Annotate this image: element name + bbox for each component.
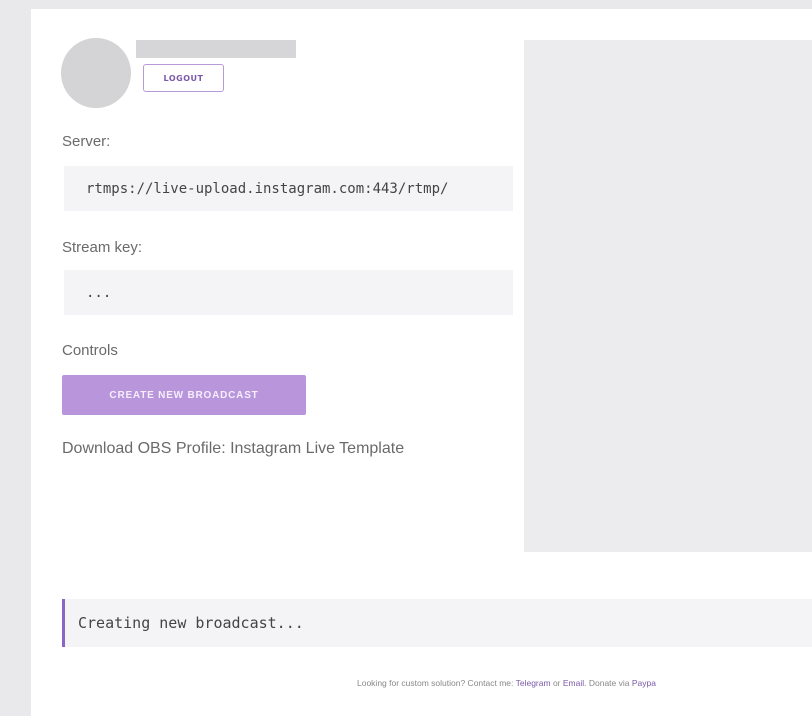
footer-donate-text: . Donate via bbox=[584, 678, 632, 688]
telegram-link[interactable]: Telegram bbox=[516, 678, 551, 688]
create-broadcast-button[interactable]: CREATE NEW BROADCAST bbox=[62, 375, 306, 415]
download-obs-profile-link[interactable]: Download OBS Profile: Instagram Live Tem… bbox=[62, 440, 404, 458]
video-preview bbox=[524, 40, 812, 552]
controls-label: Controls bbox=[62, 342, 118, 359]
username-placeholder bbox=[136, 40, 296, 58]
status-log: Creating new broadcast... bbox=[62, 599, 812, 647]
avatar bbox=[61, 38, 131, 108]
email-link[interactable]: Email bbox=[563, 678, 584, 688]
server-url-field[interactable]: rtmps://live-upload.instagram.com:443/rt… bbox=[64, 166, 513, 211]
stream-key-label: Stream key: bbox=[62, 239, 143, 256]
footer-or-text: or bbox=[550, 678, 563, 688]
stream-key-field[interactable]: ... bbox=[64, 270, 513, 315]
server-label: Server: bbox=[62, 133, 111, 150]
footer-text: Looking for custom solution? Contact me: bbox=[357, 678, 516, 688]
main-card: LOGOUT Server: rtmps://live-upload.insta… bbox=[31, 9, 812, 716]
logout-button[interactable]: LOGOUT bbox=[143, 64, 224, 92]
footer: Looking for custom solution? Contact me:… bbox=[357, 678, 656, 688]
paypal-link[interactable]: Paypa bbox=[632, 678, 656, 688]
